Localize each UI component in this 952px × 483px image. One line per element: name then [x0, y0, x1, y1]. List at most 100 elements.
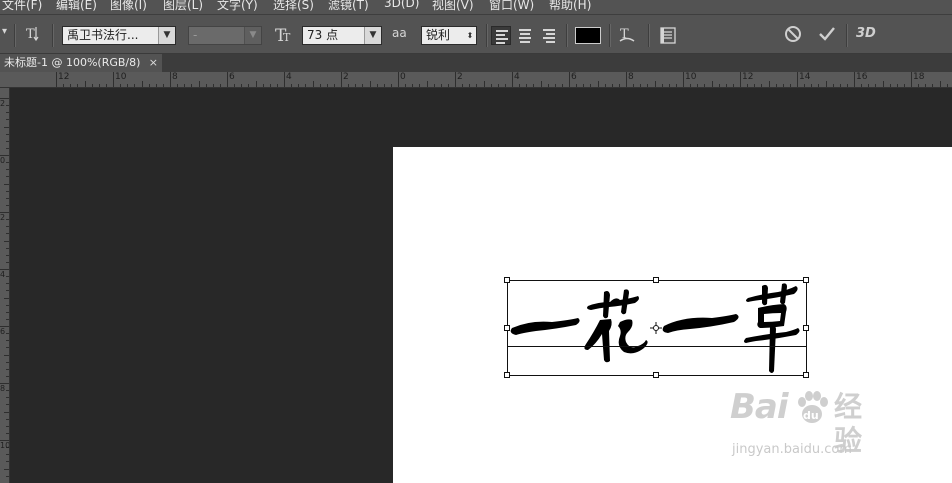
- align-right-button[interactable]: [539, 26, 559, 45]
- ruler-tick: [219, 84, 221, 87]
- transform-handle-bottom-left[interactable]: [504, 372, 510, 378]
- text-orientation-icon[interactable]: T: [24, 23, 44, 47]
- transform-handle-top-right[interactable]: [803, 277, 809, 283]
- ruler-tick: [725, 84, 727, 87]
- svg-text:du: du: [803, 409, 819, 422]
- ruler-tick: [6, 112, 9, 114]
- ruler-label: 2: [0, 213, 6, 222]
- ruler-label: 10: [685, 72, 697, 82]
- ruler-tick: [875, 84, 877, 87]
- transform-handle-top[interactable]: [653, 277, 659, 283]
- three-d-button[interactable]: 3D: [856, 26, 876, 41]
- ruler-tick: [925, 84, 927, 87]
- menu-file[interactable]: 文件(F): [2, 0, 42, 13]
- ruler-tick: [911, 72, 912, 87]
- ruler-tick: [362, 84, 364, 87]
- ruler-label: 4: [286, 72, 292, 82]
- ruler-tick: [6, 318, 9, 320]
- menu-layer[interactable]: 图层(L): [163, 0, 203, 13]
- menu-type[interactable]: 文字(Y): [217, 0, 258, 13]
- separator: [52, 24, 53, 47]
- align-left-button[interactable]: [491, 26, 511, 45]
- ruler-tick: [77, 84, 79, 87]
- ruler-tick: [889, 84, 891, 87]
- ruler-tick: [611, 84, 613, 87]
- document-tab[interactable]: 未标题-1 @ 100%(RGB/8) ×: [0, 54, 162, 72]
- ruler-tick: [797, 72, 798, 87]
- menu-view[interactable]: 视图(V): [432, 0, 474, 13]
- ruler-tick: [811, 84, 813, 87]
- ruler-tick: [398, 72, 399, 87]
- transform-handle-right[interactable]: [803, 325, 809, 331]
- commit-check-icon[interactable]: [817, 24, 837, 48]
- ruler-tick: [597, 81, 599, 87]
- ruler-tick: [896, 84, 898, 87]
- svg-text:T: T: [283, 31, 291, 44]
- ruler-tick: [939, 81, 941, 87]
- ruler-tick: [6, 311, 9, 313]
- ruler-corner[interactable]: [0, 72, 10, 88]
- transform-handle-top-left[interactable]: [504, 277, 510, 283]
- ruler-tick: [818, 84, 820, 87]
- ruler-tick: [732, 84, 734, 87]
- menu-window[interactable]: 窗口(W): [489, 0, 534, 13]
- document-tab-title: 未标题-1 @ 100%(RGB/8): [4, 56, 141, 69]
- ruler-label: 2: [343, 72, 349, 82]
- menu-image[interactable]: 图像(I): [110, 0, 147, 13]
- separator: [648, 24, 649, 47]
- ruler-tick: [170, 72, 171, 87]
- menu-help[interactable]: 帮助(H): [549, 0, 591, 13]
- character-panel-icon[interactable]: [658, 25, 678, 49]
- separator: [14, 24, 15, 47]
- warp-text-icon[interactable]: T: [617, 24, 637, 50]
- font-size-select[interactable]: 73 点 ▼: [302, 26, 382, 45]
- ruler-tick: [918, 84, 920, 87]
- transform-handle-left[interactable]: [504, 325, 510, 331]
- ruler-tick: [804, 84, 806, 87]
- font-size-icon: TT: [274, 24, 296, 48]
- ruler-tick: [683, 72, 684, 87]
- ruler-label: 4: [514, 72, 520, 82]
- ruler-label: 16: [856, 72, 868, 82]
- ruler-tick: [583, 84, 585, 87]
- ruler-tick: [604, 84, 606, 87]
- document-tab-bar: 未标题-1 @ 100%(RGB/8) ×: [0, 54, 952, 72]
- ruler-tick: [4, 297, 9, 299]
- svg-text:T: T: [26, 27, 35, 42]
- horizontal-ruler[interactable]: 12 10 8 6 4 2 0 2 4 6 8 10 12 14 16 18: [10, 72, 952, 88]
- menu-filter[interactable]: 滤镜(T): [328, 0, 369, 13]
- menu-3d[interactable]: 3D(D): [384, 0, 419, 10]
- text-color-swatch[interactable]: [575, 27, 601, 44]
- ruler-tick: [640, 84, 642, 87]
- ruler-tick: [775, 84, 777, 87]
- menu-edit[interactable]: 编辑(E): [56, 0, 97, 13]
- close-icon[interactable]: ×: [149, 54, 158, 72]
- font-family-select[interactable]: 禹卫书法行... ▼: [62, 26, 176, 45]
- reference-point-icon[interactable]: [650, 322, 662, 334]
- ruler-tick: [512, 72, 513, 87]
- vertical-ruler[interactable]: 2 0 2 4 6 8 10: [0, 88, 10, 483]
- ruler-tick: [6, 219, 9, 221]
- ruler-tick: [148, 84, 150, 87]
- ruler-tick: [212, 84, 214, 87]
- ruler-tick: [276, 84, 278, 87]
- font-style-select[interactable]: - ▼: [188, 26, 262, 45]
- ruler-tick: [6, 133, 9, 135]
- ruler-tick: [668, 84, 670, 87]
- tool-preset-arrow-icon[interactable]: ▾: [2, 26, 7, 37]
- ruler-tick: [412, 84, 414, 87]
- ruler-label: 6: [229, 72, 235, 82]
- ruler-tick: [262, 84, 264, 87]
- cancel-icon[interactable]: [783, 24, 803, 48]
- ruler-tick: [846, 84, 848, 87]
- transform-handle-bottom[interactable]: [653, 372, 659, 378]
- align-center-button[interactable]: [515, 26, 535, 45]
- chevron-down-icon: ▼: [244, 27, 261, 44]
- ruler-label: 10: [115, 72, 127, 82]
- transform-handle-bottom-right[interactable]: [803, 372, 809, 378]
- ruler-tick: [248, 84, 250, 87]
- anti-alias-select[interactable]: 锐利 ⬍: [421, 26, 477, 45]
- ruler-tick: [6, 368, 9, 370]
- menu-select[interactable]: 选择(S): [273, 0, 314, 13]
- options-bar: ▾ T 禹卫书法行... ▼ - ▼ TT 73 点 ▼ aa 锐利 ⬍ T 3…: [0, 14, 952, 54]
